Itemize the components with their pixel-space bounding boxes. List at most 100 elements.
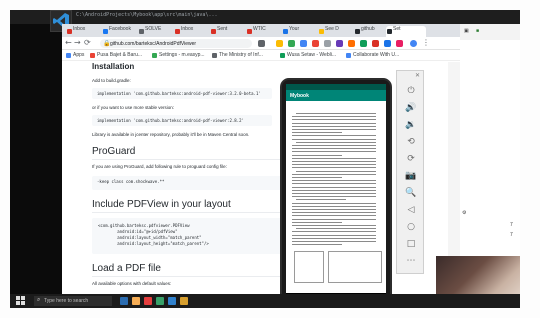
tab-favicon-icon: [283, 29, 288, 34]
taskbar-app-icon[interactable]: [180, 297, 188, 305]
rotate-right-icon[interactable]: ⟳: [404, 153, 418, 165]
close-icon[interactable]: ✕: [415, 72, 420, 79]
pdf-text-line: [292, 119, 376, 121]
extension-icon[interactable]: [324, 40, 331, 47]
screen-frame: C:\AndroidProjects\Mybook\app\src\main\j…: [0, 0, 540, 318]
browser-tab[interactable]: Sent: [210, 26, 244, 37]
star-icon[interactable]: [258, 40, 265, 47]
power-icon[interactable]: ⏻: [404, 85, 418, 97]
window-icon: ■: [476, 28, 480, 34]
pdf-text-line: [292, 186, 376, 188]
tab-favicon-icon: [387, 29, 392, 34]
bookmark-item[interactable]: Wusa Setaw - Webli...: [280, 52, 336, 58]
extension-icon[interactable]: [288, 40, 295, 47]
tab-favicon-icon: [103, 29, 108, 34]
taskbar-app-icon[interactable]: [168, 297, 176, 305]
home-icon[interactable]: ○: [404, 221, 418, 233]
bookmark-label: The Ministry of Inf...: [219, 52, 263, 58]
back-icon[interactable]: ◁: [404, 204, 418, 216]
load-options-text: All available options with default value…: [92, 281, 172, 286]
pdf-text-line: [296, 141, 376, 143]
browser-tab[interactable]: Set: [386, 26, 426, 37]
pdf-text-line: [292, 202, 376, 204]
pdf-view[interactable]: [286, 101, 386, 293]
menu-icon[interactable]: ⋮: [422, 38, 430, 47]
camera-icon[interactable]: 📷: [404, 170, 418, 182]
pdf-text-line: [292, 218, 376, 220]
pdf-text-line: [292, 221, 342, 223]
browser-tab[interactable]: SOLVE: [138, 26, 172, 37]
browser-tab[interactable]: See D: [318, 26, 352, 37]
pdf-text-line: [292, 234, 376, 236]
zoom-icon[interactable]: 🔍: [404, 187, 418, 199]
extension-icon[interactable]: [276, 40, 283, 47]
forward-arrow-icon[interactable]: →: [74, 38, 81, 47]
taskbar-search[interactable]: ⌕ Type here to search: [34, 296, 112, 306]
avatar[interactable]: [410, 40, 417, 47]
rotate-left-icon[interactable]: ⟲: [404, 136, 418, 148]
stable-version-text: or if you want to use more stable versio…: [92, 105, 175, 110]
volume-up-icon[interactable]: 🔊: [404, 102, 418, 114]
tab-label: github: [361, 26, 375, 32]
volume-down-icon[interactable]: 🔉: [404, 119, 418, 131]
taskbar-app-icon[interactable]: [132, 297, 140, 305]
taskbar-app-icon[interactable]: [156, 297, 164, 305]
pdf-table: [294, 251, 324, 283]
divider: [92, 159, 292, 160]
impl-code-stable: implementation 'com.github.barteksc:andr…: [92, 115, 272, 126]
lock-icon: 🔒: [103, 41, 111, 47]
bookmark-item[interactable]: Pusa Bajet & Baru...: [90, 52, 142, 58]
pdf-text-line: [292, 215, 376, 217]
pdf-text-line: [292, 116, 376, 118]
pdf-text-line: [296, 228, 376, 230]
extension-icon[interactable]: [348, 40, 355, 47]
extension-icon[interactable]: [336, 40, 343, 47]
pdf-text-line: [292, 189, 376, 191]
overview-icon[interactable]: □: [404, 238, 418, 250]
pdf-text-line: [292, 125, 376, 127]
extension-icon[interactable]: [396, 40, 403, 47]
windows-start-icon[interactable]: [16, 296, 26, 306]
pdf-text-line: [292, 225, 376, 226]
proguard-text: If you are using ProGuard, add following…: [92, 164, 227, 169]
search-icon: ⌕: [37, 297, 41, 303]
browser-tab[interactable]: Inbox: [174, 26, 208, 37]
extension-icon[interactable]: [360, 40, 367, 47]
browser-tab[interactable]: Inbox: [66, 26, 100, 37]
taskbar-app-icon[interactable]: [144, 297, 152, 305]
android-emulator: Mybook ◀ ● ■: [280, 78, 392, 304]
back-arrow-icon[interactable]: ←: [65, 38, 72, 47]
browser-tab[interactable]: WTIC: [246, 26, 280, 37]
reload-icon[interactable]: ⟳: [84, 38, 91, 47]
windows-taskbar: ⌕ Type here to search: [10, 294, 520, 308]
address-bar[interactable]: 🔒 github.com/barteksc/AndroidPdfViewer: [100, 39, 252, 48]
bookmark-item[interactable]: The Ministry of Inf...: [212, 52, 263, 58]
tab-favicon-icon: [67, 29, 72, 34]
more-icon[interactable]: ⋯: [404, 255, 418, 267]
taskbar-app-icon[interactable]: [120, 297, 128, 305]
pdf-text-line: [292, 231, 376, 233]
pdf-text-line: [296, 170, 376, 172]
pdf-text-line: [292, 193, 376, 194]
browser-tab[interactable]: github: [354, 26, 388, 37]
bookmark-item[interactable]: Apps: [66, 52, 84, 58]
tab-favicon-icon: [319, 29, 324, 34]
bookmark-favicon-icon: [212, 53, 217, 58]
pdf-text-line: [292, 205, 376, 207]
pdf-table: [328, 251, 382, 283]
bookmark-item[interactable]: Settings - m.easyp...: [152, 52, 205, 58]
extension-icon[interactable]: [384, 40, 391, 47]
pdf-text-line: [296, 113, 376, 114]
pdf-text-line: [292, 196, 376, 198]
bookmark-item[interactable]: Collaborate With U...: [346, 52, 399, 58]
extension-icon[interactable]: [312, 40, 319, 47]
tab-label: SOLVE: [145, 26, 162, 32]
browser-tab[interactable]: Your: [282, 26, 316, 37]
address-url: github.com/barteksc/AndroidPdfViewer: [110, 41, 197, 47]
editor-title-strip: C:\AndroidProjects\Mybook\app\src\main\j…: [10, 10, 520, 32]
browser-tab[interactable]: Facebook: [102, 26, 136, 37]
extension-icon[interactable]: [300, 40, 307, 47]
bookmarks-bar: Apps Pusa Bajet & Baru... Settings - m.eas…: [62, 50, 460, 61]
layout-heading: Include PDFView in your layout: [92, 199, 231, 210]
extension-icon[interactable]: [372, 40, 379, 47]
